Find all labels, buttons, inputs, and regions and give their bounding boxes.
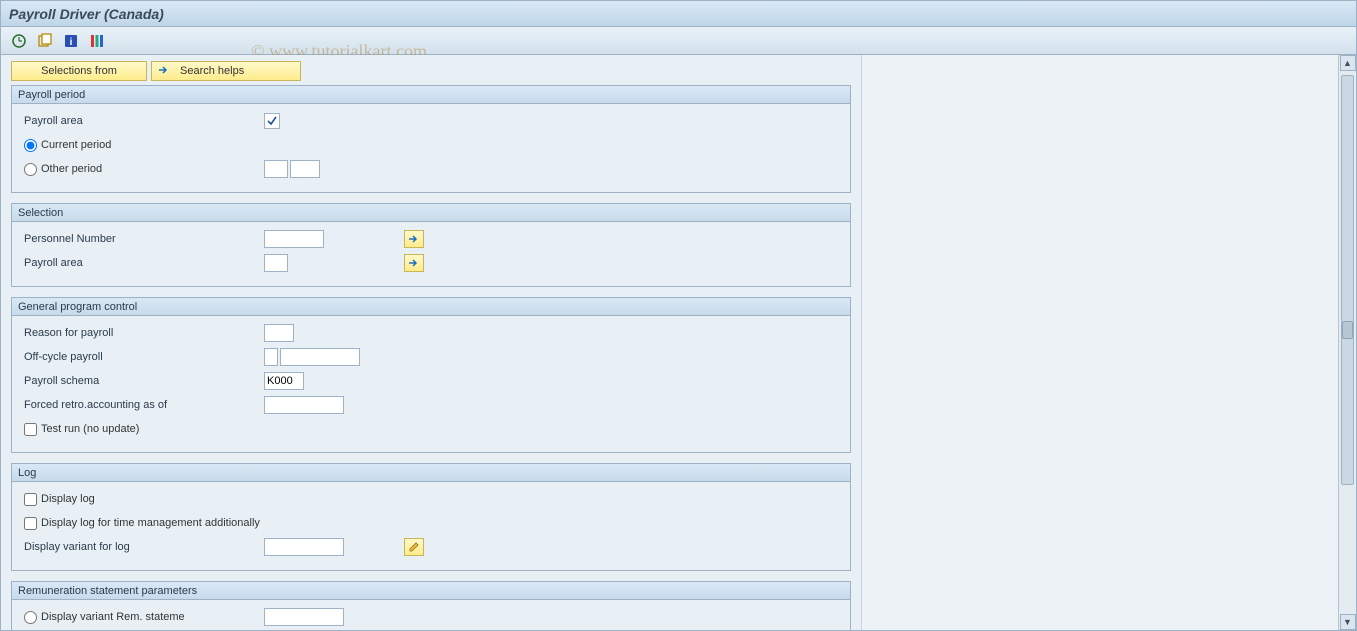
display-log-tm-label: Display log for time management addition…: [41, 517, 260, 529]
execute-icon[interactable]: [9, 31, 29, 51]
selections-from-button[interactable]: Selections from: [11, 61, 147, 81]
group-body-selection: Personnel Number Payroll area: [12, 222, 850, 286]
group-log: Log Display log Display log for time man…: [11, 463, 851, 571]
display-log-label: Display log: [41, 493, 95, 505]
vertical-scrollbar[interactable]: ▲ ▼: [1338, 55, 1356, 630]
group-header-general: General program control: [12, 298, 850, 316]
scroll-down-button[interactable]: ▼: [1340, 614, 1356, 630]
sel-payroll-area-multi-select-button[interactable]: [404, 254, 424, 272]
display-variant-rem-radio-input[interactable]: [24, 611, 37, 624]
group-body-remuneration: Display variant Rem. stateme: [12, 600, 850, 630]
retro-label: Forced retro.accounting as of: [24, 399, 244, 411]
selections-from-label: Selections from: [41, 65, 117, 77]
schema-label: Payroll schema: [24, 375, 244, 387]
current-period-radio-input[interactable]: [24, 139, 37, 152]
display-variant-rem-input[interactable]: [264, 608, 344, 626]
payroll-area-help-button[interactable]: [264, 113, 280, 129]
group-selection: Selection Personnel Number Payroll area: [11, 203, 851, 287]
other-period-field-1[interactable]: [264, 160, 288, 178]
group-header-selection: Selection: [12, 204, 850, 222]
variant-icon[interactable]: [35, 31, 55, 51]
group-general-control: General program control Reason for payro…: [11, 297, 851, 453]
sel-payroll-area-label: Payroll area: [24, 257, 244, 269]
search-helps-button[interactable]: Search helps: [151, 61, 301, 81]
sel-payroll-area-input[interactable]: [264, 254, 288, 272]
offcycle-input-1[interactable]: [264, 348, 278, 366]
reason-input[interactable]: [264, 324, 294, 342]
reason-label: Reason for payroll: [24, 327, 244, 339]
display-log-checkbox[interactable]: Display log: [24, 493, 95, 506]
display-variant-rem-label: Display variant Rem. stateme: [41, 611, 185, 623]
schema-input[interactable]: [264, 372, 304, 390]
search-helps-label: Search helps: [180, 65, 244, 77]
offcycle-input-2[interactable]: [280, 348, 360, 366]
group-title: Payroll period: [18, 89, 85, 101]
group-body-log: Display log Display log for time managem…: [12, 482, 850, 570]
content-wrap: Selections from Search helps Payroll per…: [1, 55, 1356, 630]
testrun-checkbox[interactable]: Test run (no update): [24, 423, 139, 436]
selection-bar: Selections from Search helps: [11, 61, 851, 81]
right-empty-area: ▲ ▼: [861, 55, 1356, 630]
display-variant-rem-radio[interactable]: Display variant Rem. stateme: [24, 611, 244, 624]
other-period-radio-input[interactable]: [24, 163, 37, 176]
display-variant-log-input[interactable]: [264, 538, 344, 556]
title-bar: Payroll Driver (Canada): [1, 1, 1356, 27]
current-period-label: Current period: [41, 139, 111, 151]
group-title: Log: [18, 467, 36, 479]
display-variant-log-label: Display variant for log: [24, 541, 244, 553]
group-title: Remuneration statement parameters: [18, 585, 197, 597]
personnel-number-input[interactable]: [264, 230, 324, 248]
other-period-label: Other period: [41, 163, 102, 175]
scroll-grip-icon: [1342, 321, 1353, 339]
display-log-tm-checkbox[interactable]: Display log for time management addition…: [24, 517, 260, 530]
testrun-checkbox-input[interactable]: [24, 423, 37, 436]
testrun-label: Test run (no update): [41, 423, 139, 435]
other-period-field-2[interactable]: [290, 160, 320, 178]
group-body-payroll-period: Payroll area Current period: [12, 104, 850, 192]
arrow-right-icon: [158, 64, 170, 79]
display-log-checkbox-input[interactable]: [24, 493, 37, 506]
scroll-thumb[interactable]: [1341, 75, 1354, 485]
page-title: Payroll Driver (Canada): [9, 6, 164, 22]
retro-input[interactable]: [264, 396, 344, 414]
svg-text:i: i: [70, 37, 73, 48]
offcycle-label: Off-cycle payroll: [24, 351, 244, 363]
personnel-number-label: Personnel Number: [24, 233, 244, 245]
app-toolbar: i: [1, 27, 1356, 55]
selection-screen: Selections from Search helps Payroll per…: [1, 55, 861, 630]
other-period-radio[interactable]: Other period: [24, 163, 244, 176]
scroll-track[interactable]: [1339, 71, 1356, 614]
group-header-payroll-period: Payroll period: [12, 86, 850, 104]
group-remuneration: Remuneration statement parameters Displa…: [11, 581, 851, 630]
info-icon[interactable]: i: [61, 31, 81, 51]
app-window: Payroll Driver (Canada) i © www.tutorial…: [0, 0, 1357, 631]
edit-variant-button[interactable]: [404, 538, 424, 556]
display-log-tm-checkbox-input[interactable]: [24, 517, 37, 530]
group-title: General program control: [18, 301, 137, 313]
group-title: Selection: [18, 207, 63, 219]
scroll-up-button[interactable]: ▲: [1340, 55, 1356, 71]
group-header-remuneration: Remuneration statement parameters: [12, 582, 850, 600]
selection-icon[interactable]: [87, 31, 107, 51]
group-header-log: Log: [12, 464, 850, 482]
group-body-general: Reason for payroll Off-cycle payroll Pay…: [12, 316, 850, 452]
payroll-area-label: Payroll area: [24, 115, 244, 127]
personnel-number-multi-select-button[interactable]: [404, 230, 424, 248]
group-payroll-period: Payroll period Payroll area Current peri…: [11, 85, 851, 193]
current-period-radio[interactable]: Current period: [24, 139, 111, 152]
